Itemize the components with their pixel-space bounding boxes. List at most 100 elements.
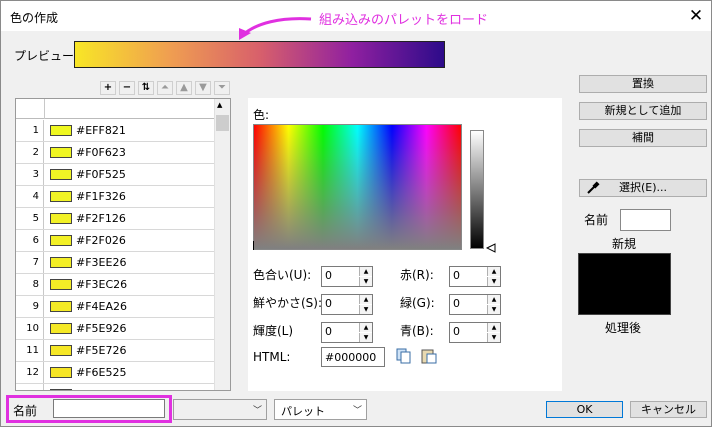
row-number: 11 [16, 340, 44, 361]
grid-header [16, 99, 214, 119]
row-number: 8 [16, 274, 44, 295]
green-spinner[interactable]: 0 ▲ ▼ [449, 294, 501, 315]
row-number: 1 [16, 120, 44, 141]
spin-up-icon[interactable]: ▲ [359, 267, 372, 276]
color-crosshair [253, 241, 258, 250]
table-row[interactable]: 4 #F1F326 [16, 186, 214, 208]
table-row[interactable]: 3 #F0F525 [16, 164, 214, 186]
hex-value: #EFF821 [76, 124, 126, 137]
table-row[interactable]: 8 #F3EC26 [16, 274, 214, 296]
color-label: 色: [253, 108, 270, 122]
table-row[interactable]: 9 #F4EA26 [16, 296, 214, 318]
palette-combo[interactable]: パレット ﹀ [274, 399, 367, 420]
blue-value: 0 [453, 325, 460, 338]
color-swatch [50, 345, 72, 356]
spin-down-icon[interactable]: ▼ [359, 305, 372, 314]
blue-label: 青(B): [400, 324, 434, 338]
color-list-grid: 1 #EFF821 2 #F0F623 3 #F0F525 4 #F1F326 5 #F2F126… [15, 98, 231, 391]
spin-up-icon[interactable]: ▲ [359, 323, 372, 332]
color-swatch [50, 169, 72, 180]
spin-up-icon[interactable]: ▲ [359, 295, 372, 304]
move-down-button[interactable]: ▼ [195, 81, 211, 95]
spin-down-icon[interactable]: ▼ [487, 333, 500, 342]
hex-value: #F6E525 [76, 366, 127, 379]
grid-header-divider [44, 99, 45, 119]
hex-value: #F0F623 [76, 146, 126, 159]
table-row[interactable]: 2 #F0F623 [16, 142, 214, 164]
name-input[interactable] [53, 399, 165, 418]
saturation-spinner[interactable]: 0 ▲ ▼ [321, 294, 373, 315]
html-input[interactable]: #000000 [321, 347, 385, 367]
paste-icon[interactable] [421, 348, 437, 364]
preview-label: プレビュー [14, 49, 75, 63]
hue-value: 0 [325, 269, 332, 282]
select-color-button[interactable]: 選択(E)... [579, 179, 707, 197]
color-swatch [50, 301, 72, 312]
luminance-slider[interactable] [470, 130, 484, 249]
color-swatch [50, 125, 72, 136]
spin-down-icon[interactable]: ▼ [359, 333, 372, 342]
grid-scrollbar[interactable]: ▲ [214, 99, 230, 390]
color-swatch [50, 213, 72, 224]
after-color-swatch [578, 253, 671, 315]
luminance-pointer-icon[interactable] [486, 243, 496, 253]
red-label: 赤(R): [400, 268, 434, 282]
row-number: 4 [16, 186, 44, 207]
table-row[interactable]: 10 #F5E926 [16, 318, 214, 340]
name-label-right: 名前 [584, 213, 609, 227]
hue-saturation-field[interactable] [253, 124, 462, 250]
table-row[interactable]: 5 #F2F126 [16, 208, 214, 230]
hex-value: #F1F326 [76, 190, 126, 203]
red-spinner[interactable]: 0 ▲ ▼ [449, 266, 501, 287]
cancel-button[interactable]: キャンセル [630, 401, 707, 418]
hue-spinner[interactable]: 0 ▲ ▼ [321, 266, 373, 287]
spin-up-icon[interactable]: ▲ [487, 295, 500, 304]
name-label: 名前 [13, 404, 38, 418]
table-row[interactable]: 6 #F2F026 [16, 230, 214, 252]
table-row[interactable]: 1 #EFF821 [16, 120, 214, 142]
replace-button[interactable]: 置換 [579, 75, 707, 93]
new-color-swatch [620, 209, 671, 231]
scroll-up-icon[interactable]: ▲ [217, 101, 222, 109]
row-number: 6 [16, 230, 44, 251]
scroll-thumb[interactable] [216, 115, 229, 131]
color-swatch [50, 147, 72, 158]
copy-icon[interactable] [396, 348, 412, 364]
move-bottom-button[interactable]: ⏷ [214, 81, 230, 95]
row-number: 7 [16, 252, 44, 273]
hex-value: #F4EA26 [76, 300, 128, 313]
add-as-new-button[interactable]: 新規として追加 [579, 102, 707, 120]
table-row[interactable]: 11 #F5E726 [16, 340, 214, 362]
ok-button[interactable]: OK [546, 401, 623, 418]
color-swatch [50, 257, 72, 268]
luminance-spinner[interactable]: 0 ▲ ▼ [321, 322, 373, 343]
select-color-label: 選択(E)... [618, 181, 668, 194]
spin-up-icon[interactable]: ▲ [487, 267, 500, 276]
table-row[interactable]: 13 #F7E425 [16, 384, 214, 390]
add-row-button[interactable]: + [100, 81, 116, 95]
red-value: 0 [453, 269, 460, 282]
luminance-label: 輝度(L) [253, 324, 294, 338]
hex-value: #F2F026 [76, 234, 126, 247]
table-row[interactable]: 7 #F3EE26 [16, 252, 214, 274]
move-top-button[interactable]: ⏶ [157, 81, 173, 95]
remove-row-button[interactable]: − [119, 81, 135, 95]
green-value: 0 [453, 297, 460, 310]
move-up-button[interactable]: ▲ [176, 81, 192, 95]
color-swatch [50, 235, 72, 246]
interpolate-button[interactable]: 補間 [579, 129, 707, 147]
saturation-label: 鮮やかさ(S): [253, 296, 323, 310]
table-row[interactable]: 12 #F6E525 [16, 362, 214, 384]
spin-up-icon[interactable]: ▲ [487, 323, 500, 332]
hue-label: 色合い(U): [253, 268, 312, 282]
swap-order-button[interactable]: ⇅ [138, 81, 154, 95]
name-combo[interactable]: ﹀ [173, 399, 267, 420]
hex-value: #F3EC26 [76, 278, 128, 291]
chevron-down-icon: ﹀ [352, 406, 362, 416]
blue-spinner[interactable]: 0 ▲ ▼ [449, 322, 501, 343]
spin-down-icon[interactable]: ▼ [487, 305, 500, 314]
html-value: #000000 [325, 351, 377, 364]
spin-down-icon[interactable]: ▼ [359, 277, 372, 286]
spin-down-icon[interactable]: ▼ [487, 277, 500, 286]
saturation-value: 0 [325, 297, 332, 310]
